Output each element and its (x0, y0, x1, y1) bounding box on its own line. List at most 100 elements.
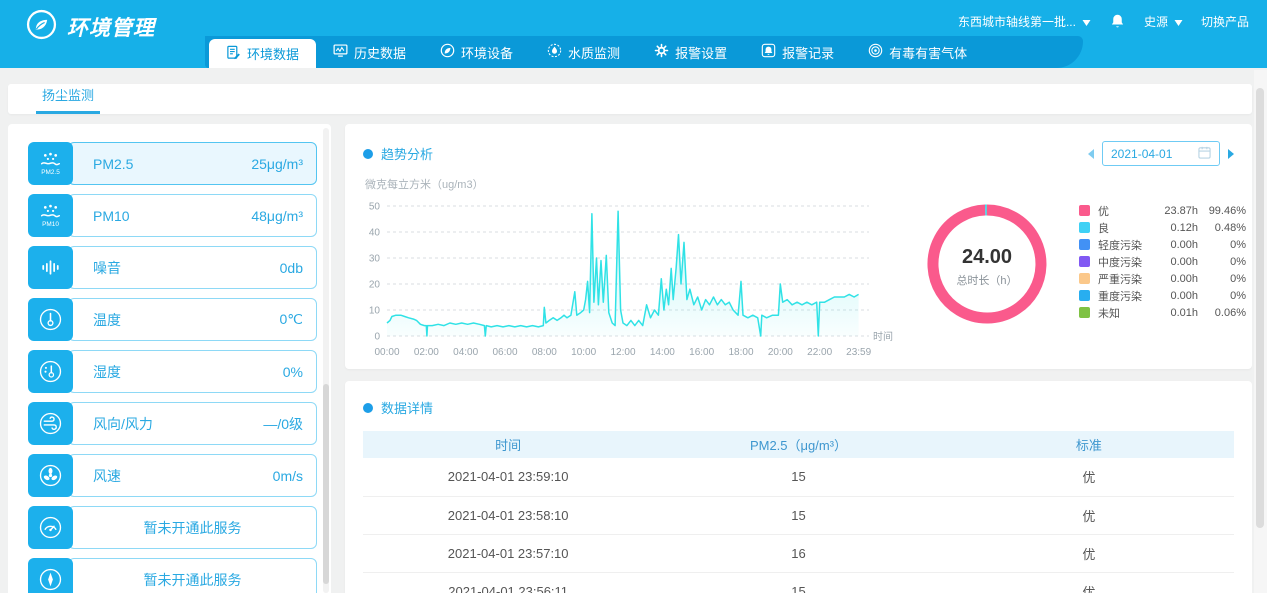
project-selector[interactable]: 东西城市轴线第一批... (958, 13, 1091, 30)
sensor-item[interactable]: 暂未开通此服务 (28, 506, 317, 549)
svg-text:0: 0 (374, 332, 380, 343)
legend-row: 重度污染0.00h0% (1079, 287, 1246, 304)
sensor-value: 48μg/m³ (251, 208, 303, 224)
sensor-item[interactable]: 噪音0db (28, 246, 317, 289)
details-title: 数据详情 (381, 398, 433, 417)
table-cell: 16 (653, 534, 943, 572)
sensor-item[interactable]: 风向/风力—/0级 (28, 402, 317, 445)
sensor-panel-scrollbar[interactable] (323, 128, 329, 593)
sensor-item[interactable]: 风速0m/s (28, 454, 317, 497)
table-cell: 优 (944, 572, 1234, 593)
legend-swatch (1079, 273, 1090, 284)
table-column-header: 时间 (363, 431, 653, 458)
svg-text:02:00: 02:00 (414, 347, 439, 358)
nav-tab[interactable]: 历史数据 (316, 36, 423, 68)
svg-text:23:59: 23:59 (846, 347, 871, 358)
legend-label: 重度污染 (1098, 288, 1156, 304)
sensor-item[interactable]: 湿度0% (28, 350, 317, 393)
main-nav: 环境数据历史数据环境设备水质监测报警设置报警记录有毒有害气体 (205, 36, 1083, 68)
calendar-icon (1198, 146, 1211, 162)
legend-hours: 0.00h (1156, 239, 1198, 251)
nav-tab[interactable]: 有毒有害气体 (851, 36, 984, 68)
trend-chart-row: 微克每立方米（ug/m3） 0102030405000:0002:0004:00… (345, 170, 1252, 369)
date-prev-button[interactable] (1088, 149, 1094, 159)
brand: 环境管理 (26, 9, 155, 45)
svg-text:18:00: 18:00 (728, 347, 753, 358)
nav-tab[interactable]: 报警记录 (744, 36, 851, 68)
line-chart: 微克每立方米（ug/m3） 0102030405000:0002:0004:00… (351, 170, 903, 369)
history-data-icon (333, 43, 348, 61)
nav-tab[interactable]: 环境设备 (423, 36, 530, 68)
table-row: 2021-04-01 23:59:1015优 (363, 458, 1234, 496)
details-card-header: 数据详情 (345, 381, 1252, 421)
table-cell: 优 (944, 458, 1234, 496)
trend-card-header: 趋势分析 2021-04-01 (345, 124, 1252, 170)
nav-tab[interactable]: 水质监测 (530, 36, 637, 68)
date-next-button[interactable] (1228, 149, 1234, 159)
sensor-label: 风速 (93, 466, 121, 486)
legend-label: 中度污染 (1098, 254, 1156, 270)
date-picker[interactable]: 2021-04-01 (1102, 141, 1220, 166)
table-cell: 15 (653, 496, 943, 534)
svg-text:10:00: 10:00 (571, 347, 596, 358)
chevron-down-icon (1082, 15, 1091, 29)
svg-text:20: 20 (369, 280, 381, 291)
sensor-item[interactable]: PM2.5PM2.525μg/m³ (28, 142, 317, 185)
scrollbar-thumb[interactable] (1256, 88, 1264, 528)
app-title: 环境管理 (67, 12, 155, 42)
sensor-item[interactable]: 温度 0℃ (28, 298, 317, 341)
legend-percent: 0% (1198, 273, 1246, 285)
svg-text:时间: 时间 (873, 330, 893, 343)
notifications-bell-icon[interactable] (1109, 13, 1126, 30)
legend-row: 优23.87h99.46% (1079, 202, 1246, 219)
temperature-icon (28, 298, 73, 341)
alarm-settings-icon (654, 43, 669, 61)
svg-text:PM10: PM10 (42, 221, 59, 228)
legend-row: 未知0.01h0.06% (1079, 304, 1246, 321)
legend-label: 轻度污染 (1098, 237, 1156, 253)
tab-dust-monitoring[interactable]: 扬尘监测 (36, 85, 100, 114)
legend-percent: 0% (1198, 290, 1246, 302)
leaf-logo-icon (26, 9, 57, 45)
legend-row: 轻度污染0.00h0% (1079, 236, 1246, 253)
legend-row: 中度污染0.00h0% (1079, 253, 1246, 270)
sensor-item[interactable]: 暂未开通此服务 (28, 558, 317, 593)
table-cell: 2021-04-01 23:58:10 (363, 496, 653, 534)
svg-text:20:00: 20:00 (768, 347, 793, 358)
nav-tab[interactable]: 报警设置 (637, 36, 744, 68)
svg-text:04:00: 04:00 (453, 347, 478, 358)
water-quality-icon (547, 43, 562, 61)
svg-text:10: 10 (369, 306, 381, 317)
legend-swatch (1079, 239, 1090, 250)
legend-label: 严重污染 (1098, 271, 1156, 287)
table-row: 2021-04-01 23:57:1016优 (363, 534, 1234, 572)
legend-row: 良0.12h0.48% (1079, 219, 1246, 236)
nav-tab[interactable]: 环境数据 (209, 39, 316, 68)
date-navigation: 2021-04-01 (1088, 141, 1234, 166)
donut-legend: 优23.87h99.46%良0.12h0.48%轻度污染0.00h0%中度污染0… (1079, 202, 1246, 321)
svg-text:14:00: 14:00 (650, 347, 675, 358)
sensor-label: PM2.5 (93, 156, 133, 172)
sensor-label: 温度 (93, 310, 121, 330)
wind-direction-icon (28, 402, 73, 445)
sensor-label: 暂未开通此服务 (144, 518, 242, 538)
table-cell: 2021-04-01 23:56:11 (363, 572, 653, 593)
content: PM2.5PM2.525μg/m³PM10PM1048μg/m³噪音0db温度0… (8, 124, 1252, 593)
dust-gauge-icon (28, 506, 73, 549)
user-menu[interactable]: 史源 (1144, 13, 1183, 30)
svg-text:30: 30 (369, 254, 381, 265)
legend-hours: 0.00h (1156, 290, 1198, 302)
sensor-value: 0db (280, 260, 303, 276)
page-scrollbar[interactable] (1254, 70, 1267, 593)
sensor-value: 0℃ (279, 311, 303, 328)
switch-product-link[interactable]: 切换产品 (1201, 13, 1249, 30)
legend-swatch (1079, 290, 1090, 301)
scrollbar-thumb[interactable] (323, 384, 329, 584)
pm10-icon: PM10 (28, 194, 73, 237)
sensor-item[interactable]: PM10PM1048μg/m³ (28, 194, 317, 237)
sensor-panel: PM2.5PM2.525μg/m³PM10PM1048μg/m³噪音0db温度0… (8, 124, 331, 593)
humidity-icon (28, 350, 73, 393)
user-name: 史源 (1144, 13, 1168, 30)
data-details-card: 数据详情 时间PM2.5（μg/m³）标准 2021-04-01 23:59:1… (345, 381, 1252, 593)
svg-text:00:00: 00:00 (374, 347, 399, 358)
